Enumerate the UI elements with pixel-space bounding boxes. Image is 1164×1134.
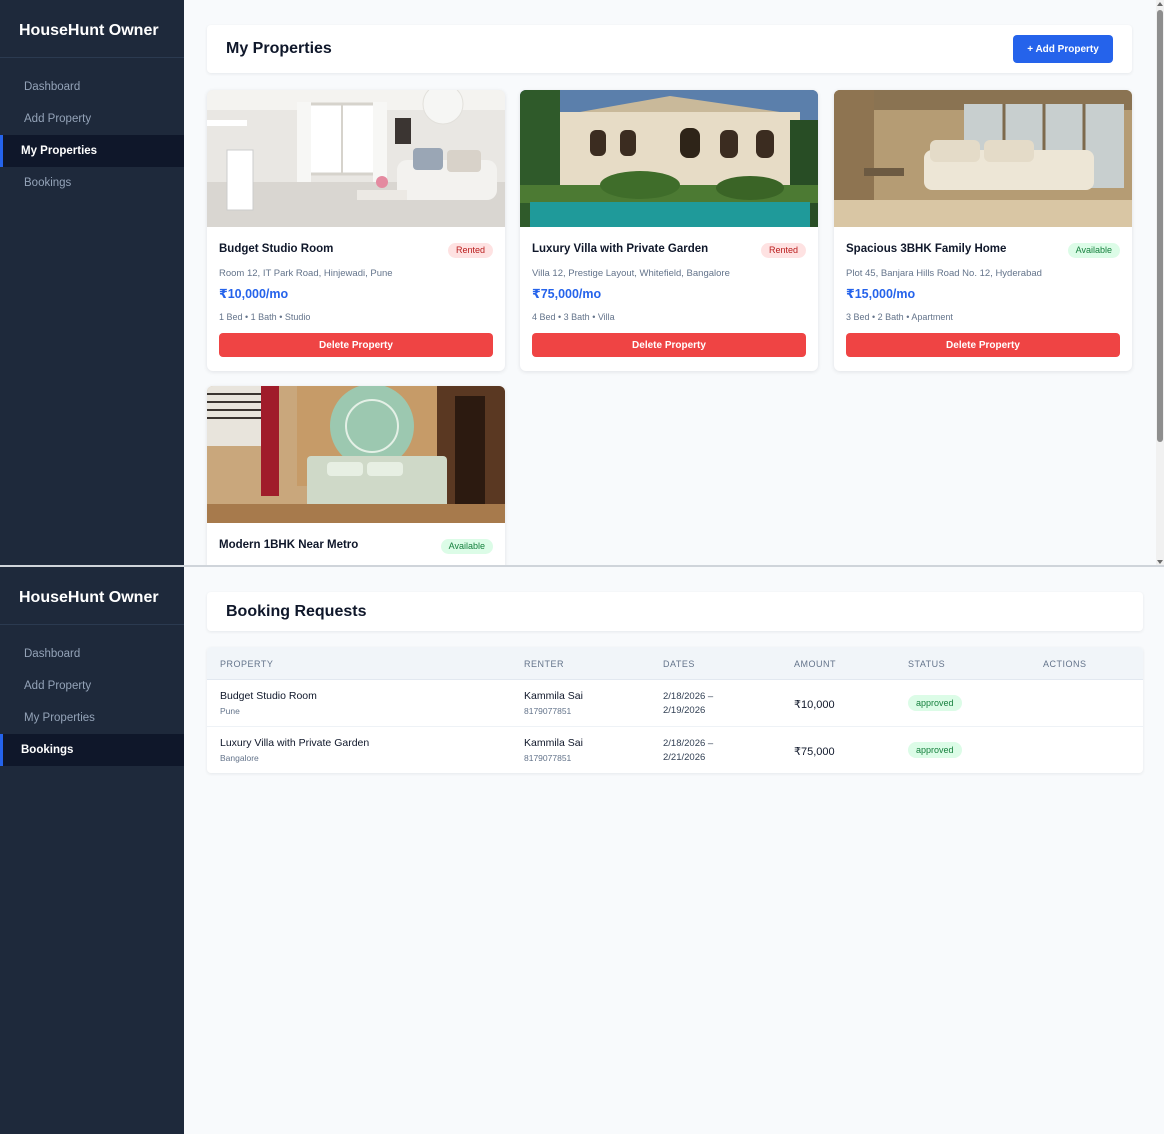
renter-phone: 8179077851 (524, 753, 572, 763)
table-row: Budget Studio Room Pune Kammila Sai 8179… (207, 680, 1143, 727)
renter-name: Kammila Sai (524, 737, 583, 749)
property-price: ₹10,000/mo (219, 287, 289, 301)
sidebar-item-bookings[interactable]: Bookings (0, 734, 184, 766)
sidebar: HouseHunt Owner Dashboard Add Property M… (0, 0, 184, 566)
property-title: Modern 1BHK Near Metro (219, 539, 359, 551)
bookings-table: PROPERTY RENTER DATES AMOUNT STATUS ACTI… (207, 647, 1143, 773)
property-specs: 4 Bed • 3 Bath • Villa (532, 312, 615, 322)
booking-date-to: 2/21/2026 (663, 752, 706, 763)
page-header: Booking Requests (207, 592, 1143, 631)
sidebar-item-dashboard[interactable]: Dashboard (0, 638, 184, 670)
property-image (207, 386, 505, 523)
add-property-button[interactable]: + Add Property (1013, 35, 1113, 63)
booking-date-to: 2/19/2026 (663, 705, 706, 716)
column-header-property: PROPERTY (220, 659, 274, 669)
property-address: Villa 12, Prestige Layout, Whitefield, B… (532, 268, 730, 279)
booking-date-from: 2/18/2026 – (663, 691, 714, 702)
property-price: ₹75,000/mo (532, 287, 602, 301)
sidebar-item-my-properties[interactable]: My Properties (0, 135, 184, 167)
sidebar-item-my-properties[interactable]: My Properties (0, 702, 184, 734)
brand-title: HouseHunt Owner (0, 0, 184, 58)
status-badge: Available (1067, 243, 1120, 258)
sidebar-item-bookings[interactable]: Bookings (0, 167, 184, 199)
booking-property-city: Pune (220, 706, 240, 716)
column-header-dates: DATES (663, 659, 695, 669)
column-header-amount: AMOUNT (794, 659, 836, 669)
delete-property-button[interactable]: Delete Property (532, 333, 806, 357)
scroll-down-arrow-icon[interactable] (1157, 560, 1163, 564)
property-specs: 1 Bed • 1 Bath • Studio (219, 312, 311, 322)
scrollbar[interactable] (1156, 0, 1164, 566)
booking-amount: ₹75,000 (794, 746, 835, 758)
sidebar-nav: Dashboard Add Property My Properties Boo… (0, 71, 184, 199)
main-content: Booking Requests PROPERTY RENTER DATES A… (184, 567, 1164, 1134)
booking-property-name: Luxury Villa with Private Garden (220, 737, 370, 749)
property-specs: 3 Bed • 2 Bath • Apartment (846, 312, 953, 322)
sidebar-nav: Dashboard Add Property My Properties Boo… (0, 638, 184, 766)
property-card: Budget Studio Room Rented Room 12, IT Pa… (207, 90, 505, 371)
scroll-up-arrow-icon[interactable] (1157, 2, 1163, 6)
page-title: Booking Requests (226, 603, 367, 620)
delete-property-button[interactable]: Delete Property (846, 333, 1120, 357)
column-header-renter: RENTER (524, 659, 565, 669)
status-badge: approved (908, 695, 962, 711)
page-title: My Properties (226, 40, 332, 57)
property-title: Spacious 3BHK Family Home (846, 243, 1007, 255)
property-image (834, 90, 1132, 227)
scroll-thumb[interactable] (1157, 10, 1163, 442)
column-header-status: STATUS (908, 659, 946, 669)
booking-property-name: Budget Studio Room (220, 690, 317, 702)
delete-property-button[interactable]: Delete Property (219, 333, 493, 357)
sidebar-item-add-property[interactable]: Add Property (0, 103, 184, 135)
booking-amount: ₹10,000 (794, 699, 835, 711)
property-image (207, 90, 505, 227)
status-badge: Available (440, 539, 493, 554)
property-title: Luxury Villa with Private Garden (532, 243, 709, 255)
property-card: Spacious 3BHK Family Home Available Plot… (834, 90, 1132, 371)
sidebar-item-add-property[interactable]: Add Property (0, 670, 184, 702)
property-title: Budget Studio Room (219, 243, 334, 255)
brand-title: HouseHunt Owner (0, 567, 184, 625)
booking-date-from: 2/18/2026 – (663, 738, 714, 749)
page-header: My Properties + Add Property (207, 25, 1132, 73)
status-badge: approved (908, 742, 962, 758)
property-card: Modern 1BHK Near Metro Available (207, 386, 505, 566)
sidebar: HouseHunt Owner Dashboard Add Property M… (0, 567, 184, 1134)
status-badge: Rented (760, 243, 806, 258)
sidebar-item-dashboard[interactable]: Dashboard (0, 71, 184, 103)
property-card: Luxury Villa with Private Garden Rented … (520, 90, 818, 371)
renter-name: Kammila Sai (524, 690, 583, 702)
property-address: Plot 45, Banjara Hills Road No. 12, Hyde… (846, 268, 1042, 279)
table-row: Luxury Villa with Private Garden Bangalo… (207, 727, 1143, 773)
property-address: Room 12, IT Park Road, Hinjewadi, Pune (219, 268, 393, 279)
my-properties-screen: HouseHunt Owner Dashboard Add Property M… (0, 0, 1164, 566)
bookings-screen: HouseHunt Owner Dashboard Add Property M… (0, 567, 1164, 1134)
renter-phone: 8179077851 (524, 706, 572, 716)
property-price: ₹15,000/mo (846, 287, 916, 301)
column-header-actions: ACTIONS (1043, 659, 1087, 669)
main-content: My Properties + Add Property Budget Stud… (184, 0, 1164, 566)
table-header: PROPERTY RENTER DATES AMOUNT STATUS ACTI… (207, 647, 1143, 680)
property-image (520, 90, 818, 227)
status-badge: Rented (447, 243, 493, 258)
booking-property-city: Bangalore (220, 753, 259, 763)
